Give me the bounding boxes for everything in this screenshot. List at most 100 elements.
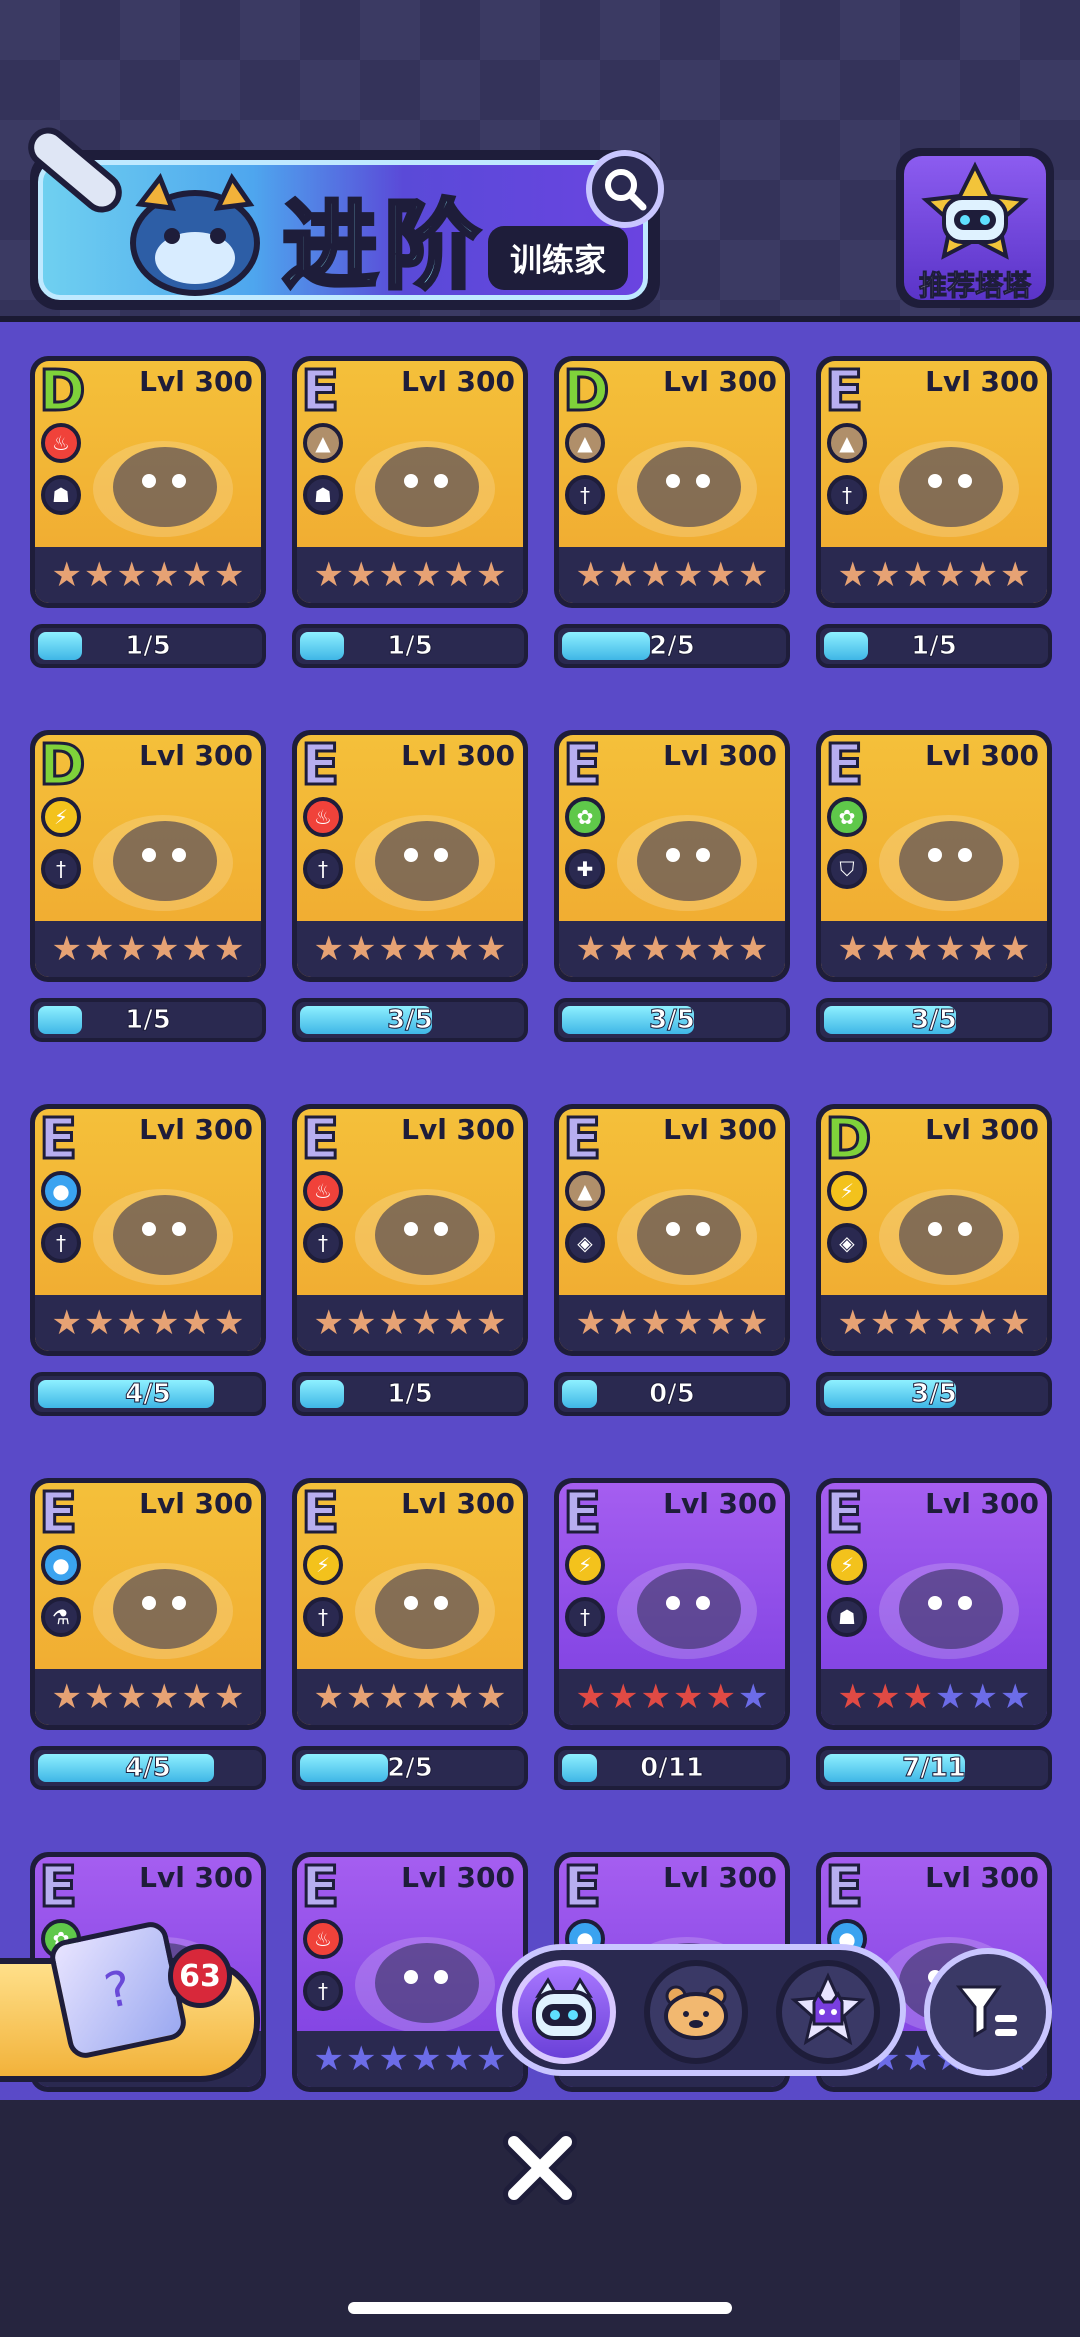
monster-portrait — [879, 1189, 1019, 1285]
star-icon: ★ — [475, 1303, 507, 1343]
star-rating: ★★★★★★ — [559, 547, 785, 603]
monster-portrait — [617, 441, 757, 537]
star-icon: ★ — [116, 929, 147, 969]
star-icon: ★ — [51, 929, 83, 969]
card-face: E Lvl 300 ✿ ⛉ ★ ★ ★ ★ ★ ★ — [821, 735, 1047, 977]
star-icon: ★ — [705, 929, 736, 969]
role-potion-icon: ⚗ — [41, 1597, 81, 1637]
star-icon: ★ — [705, 555, 736, 595]
monster-card[interactable]: E Lvl 300 ⚡ † ★ ★ ★ ★ ★ ★ — [554, 1478, 790, 1730]
monster-portrait — [879, 815, 1019, 911]
star-icon: ★ — [378, 1303, 409, 1343]
monster-card[interactable]: E Lvl 300 ⚡ ☗ ★ ★ ★ ★ ★ ★ — [816, 1478, 1052, 1730]
star-icon: ★ — [475, 929, 507, 969]
card-face: E Lvl 300 ▲ † ★ ★ ★ ★ ★ ★ — [821, 361, 1047, 603]
star-icon: ★ — [870, 929, 901, 969]
filter-robot-cat[interactable] — [512, 1960, 616, 2064]
monster-card[interactable]: E Lvl 300 ♨ † ★ ★ ★ ★ ★ ★ — [292, 730, 528, 982]
star-icon: ★ — [902, 2039, 933, 2079]
monster-card[interactable]: E Lvl 300 ● † ★★★★★★ — [30, 1104, 266, 1356]
filter-bear[interactable] — [644, 1960, 748, 2064]
card-face: E Lvl 300 ▲ ◈ ★ ★ ★ ★ ★ ★ — [559, 1109, 785, 1351]
role-bust-icon: ☗ — [41, 475, 81, 515]
monster-portrait — [879, 441, 1019, 537]
progress-text: 1/5 — [387, 631, 434, 662]
mystery-box-icon[interactable]: ? — [46, 1918, 190, 2062]
monster-card[interactable]: D Lvl 300 ♨ ☗ ★ ★ ★ ★ ★ ★ — [30, 356, 266, 608]
role-sword-icon: † — [303, 1597, 343, 1637]
element-grass-icon: ✿ — [827, 797, 867, 837]
card-level: Lvl 300 — [401, 365, 515, 398]
close-button[interactable] — [500, 2128, 580, 2208]
search-button[interactable] — [586, 150, 664, 228]
monster-card[interactable]: E Lvl 300 ▲ ☗ ★ ★ ★ ★ ★ ★ — [292, 356, 528, 608]
card-level: Lvl 300 — [401, 739, 515, 772]
card-face: E Lvl 300 ● † ★★★★★★ — [35, 1109, 261, 1351]
home-indicator[interactable] — [348, 2302, 732, 2314]
recommend-button[interactable]: 推荐塔塔 — [896, 148, 1054, 308]
star-icon: ★ — [902, 929, 933, 969]
card-grade: E — [561, 1483, 602, 1546]
star-icon: ★ — [181, 1677, 212, 1717]
shard-progress-bar: 3/5 — [816, 998, 1052, 1042]
shard-progress-bar: 7/11 — [816, 1746, 1052, 1790]
monster-card[interactable]: D Lvl 300 ⚡ ◈ ★ ★ ★ ★ ★ ★ — [816, 1104, 1052, 1356]
card-face: E Lvl 300 ⚡ † ★ ★ ★ ★ ★ ★ — [559, 1483, 785, 1725]
monster-card[interactable]: E Lvl 300 ● ⚗ ★ ★ ★ ★ ★ ★ — [30, 1478, 266, 1730]
sort-filter-button[interactable] — [924, 1948, 1052, 2076]
element-fire-icon: ♨ — [303, 1171, 343, 1211]
element-earth-icon: ▲ — [303, 423, 343, 463]
star-icon: ★ — [149, 1303, 180, 1343]
role-sword-icon: † — [303, 849, 343, 889]
progress-text: 1/5 — [911, 631, 958, 662]
star-icon: ★ — [902, 1677, 933, 1717]
monster-portrait — [93, 1563, 233, 1659]
shard-progress-bar: 4/5 — [30, 1746, 266, 1790]
star-icon: ★ — [737, 1677, 769, 1717]
monster-card[interactable]: D Lvl 300 ▲ † ★ ★ ★ ★ ★ ★ — [554, 356, 790, 608]
element-electric-icon: ⚡ — [41, 797, 81, 837]
star-icon: ★ — [51, 1677, 83, 1717]
card-grade: E — [299, 361, 340, 424]
monster-card[interactable]: E Lvl 300 ⚡ † ★ ★ ★ ★ ★ ★ — [292, 1478, 528, 1730]
monster-card[interactable]: E Lvl 300 ♨ † ★ ★ ★ ★ ★ ★ — [292, 1852, 528, 2092]
shard-progress-bar: 3/5 — [292, 998, 528, 1042]
monster-portrait — [879, 1563, 1019, 1659]
star-icon: ★ — [705, 1303, 736, 1343]
star-icon: ★ — [935, 1303, 966, 1343]
monster-portrait — [617, 815, 757, 911]
star-icon: ★ — [378, 929, 409, 969]
card-grade: D — [37, 361, 87, 424]
monster-card[interactable]: E Lvl 300 ▲ ◈ ★ ★ ★ ★ ★ ★ — [554, 1104, 790, 1356]
monster-card[interactable]: E Lvl 300 ✿ ✚ ★ ★ ★ ★ ★ ★ — [554, 730, 790, 982]
card-level: Lvl 300 — [925, 365, 1039, 398]
card-face: E Lvl 300 ● ⚗ ★ ★ ★ ★ ★ ★ — [35, 1483, 261, 1725]
star-icon: ★ — [837, 1677, 869, 1717]
monster-card[interactable]: E Lvl 300 ♨ † ★ ★ ★ ★ ★ ★ — [292, 1104, 528, 1356]
monster-card[interactable]: D Lvl 300 ⚡ † ★ ★ ★ ★ ★ ★ — [30, 730, 266, 982]
card-face: D Lvl 300 ♨ ☗ ★ ★ ★ ★ ★ ★ — [35, 361, 261, 603]
star-rating: ★★★★★★ — [559, 1295, 785, 1351]
star-icon: ★ — [51, 1303, 83, 1343]
star-icon: ★ — [837, 1303, 869, 1343]
star-icon: ★ — [149, 1677, 180, 1717]
monster-card[interactable]: E Lvl 300 ✿ ⛉ ★ ★ ★ ★ ★ ★ — [816, 730, 1052, 982]
star-icon: ★ — [902, 555, 933, 595]
filter-purple-cat[interactable] — [776, 1960, 880, 2064]
shard-progress-bar: 1/5 — [292, 1372, 528, 1416]
monster-portrait — [617, 1189, 757, 1285]
element-electric-icon: ⚡ — [827, 1545, 867, 1585]
star-rating: ★★★★★★ — [821, 1295, 1047, 1351]
progress-text: 7/11 — [902, 1753, 967, 1784]
monster-card[interactable]: E Lvl 300 ▲ † ★ ★ ★ ★ ★ ★ — [816, 356, 1052, 608]
card-face: D Lvl 300 ▲ † ★ ★ ★ ★ ★ ★ — [559, 361, 785, 603]
star-icon: ★ — [116, 1303, 147, 1343]
star-icon: ★ — [640, 929, 671, 969]
star-rating: ★★★★★★ — [559, 921, 785, 977]
element-earth-icon: ▲ — [565, 423, 605, 463]
card-grade: E — [823, 1857, 864, 1920]
card-grade: D — [37, 735, 87, 798]
star-icon: ★ — [737, 1303, 769, 1343]
card-grade: E — [37, 1483, 78, 1546]
star-icon: ★ — [575, 1677, 607, 1717]
